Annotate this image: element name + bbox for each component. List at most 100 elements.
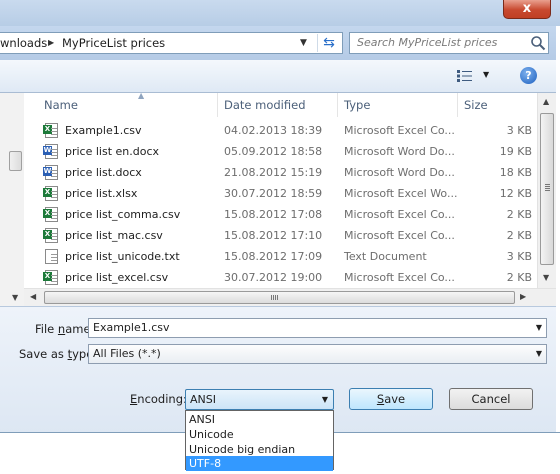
file-row[interactable]: Xprice list_excel.csv 30.07.2012 19:00 Mic… bbox=[24, 268, 537, 289]
save-as-type-value[interactable]: All Files (*.*) bbox=[93, 347, 161, 360]
file-row[interactable]: X Example1.csv 04.02.2013 18:39 Microsoft E… bbox=[24, 121, 537, 142]
file-date-modified: 30.07.2012 18:59 bbox=[224, 187, 323, 200]
close-button[interactable]: x bbox=[503, 0, 551, 19]
file-type: Microsoft Excel Co... bbox=[344, 271, 455, 284]
file-name: price list.docx bbox=[65, 166, 142, 179]
word-file-icon: W bbox=[43, 144, 58, 159]
encoding-label: Encoding: bbox=[130, 392, 187, 406]
cancel-button[interactable]: Cancel bbox=[449, 388, 533, 410]
file-size: 3 KB bbox=[506, 250, 532, 263]
file-name-label: File name: bbox=[35, 322, 95, 336]
file-name-value[interactable]: Example1.csv bbox=[93, 321, 170, 334]
file-date-modified: 30.07.2012 19:00 bbox=[224, 271, 323, 284]
file-date-modified: 15.08.2012 17:09 bbox=[224, 250, 323, 263]
excel-file-icon: X bbox=[43, 186, 58, 201]
file-type: Microsoft Excel Co... bbox=[344, 229, 455, 242]
navigation-pane-scroll-thumb[interactable] bbox=[9, 151, 22, 171]
file-size: 2 KB bbox=[506, 229, 532, 242]
column-header-type-label: Type bbox=[344, 98, 371, 112]
breadcrumb-separator-icon[interactable]: ▶ bbox=[48, 38, 54, 47]
file-row[interactable]: Xprice list_mac.csv 15.08.2012 17:10 Micro… bbox=[24, 226, 537, 247]
sort-ascending-icon: ▲ bbox=[138, 91, 145, 100]
address-history-dropdown-icon[interactable]: ▼ bbox=[300, 38, 307, 48]
views-dropdown-icon[interactable]: ▼ bbox=[483, 70, 489, 79]
change-view-icon[interactable] bbox=[457, 70, 473, 82]
file-type: Microsoft Excel Wo... bbox=[344, 187, 458, 200]
text-file-icon bbox=[45, 249, 58, 264]
file-name: price list.xlsx bbox=[65, 187, 138, 200]
encoding-dropdown-icon[interactable]: ▼ bbox=[322, 390, 328, 409]
save-button[interactable]: Save bbox=[349, 388, 433, 410]
search-icon[interactable] bbox=[530, 35, 546, 51]
scroll-down-icon[interactable]: ▼ bbox=[12, 293, 18, 302]
file-row[interactable]: price list_unicode.txt 15.08.2012 17:09 Te… bbox=[24, 247, 537, 268]
encoding-option-ansi[interactable]: ANSI bbox=[186, 412, 333, 427]
encoding-value[interactable]: ANSI bbox=[190, 393, 216, 406]
file-name-dropdown-icon[interactable]: ▼ bbox=[536, 319, 542, 337]
word-file-icon: W bbox=[43, 165, 58, 180]
file-name: Example1.csv bbox=[65, 124, 142, 137]
window-titlebar: x bbox=[0, 0, 560, 26]
file-type: Microsoft Word Do... bbox=[344, 166, 455, 179]
save-as-type-select[interactable]: All Files (*.*) ▼ bbox=[88, 344, 547, 364]
encoding-option-unicode[interactable]: Unicode bbox=[186, 427, 333, 442]
file-name: price list_comma.csv bbox=[65, 208, 181, 221]
address-bar[interactable]: wnloads ▶ MyPriceList prices ▼ ⇆ bbox=[0, 32, 343, 54]
search-input[interactable]: Search MyPriceList prices bbox=[349, 32, 549, 54]
breadcrumb-current-folder[interactable]: MyPriceList prices bbox=[62, 36, 165, 50]
file-row[interactable]: Xprice list.xlsx 30.07.2012 18:59 Microsof… bbox=[24, 184, 537, 205]
breadcrumb-downloads[interactable]: wnloads bbox=[0, 36, 47, 50]
close-icon[interactable]: x bbox=[523, 1, 531, 16]
excel-file-icon: X bbox=[43, 228, 58, 243]
encoding-option-utf-8[interactable]: UTF-8 bbox=[186, 456, 333, 471]
scroll-down-icon[interactable]: ▼ bbox=[543, 273, 549, 282]
scroll-right-icon[interactable]: ▶ bbox=[520, 292, 526, 301]
help-icon[interactable]: ? bbox=[520, 67, 537, 84]
navigation-pane-scrollbar[interactable]: ▼ bbox=[0, 93, 25, 306]
navigation-bar: wnloads ▶ MyPriceList prices ▼ ⇆ Search … bbox=[0, 26, 556, 60]
file-date-modified: 15.08.2012 17:10 bbox=[224, 229, 323, 242]
excel-file-icon: X bbox=[43, 123, 58, 138]
encoding-option-unicode-big-endian[interactable]: Unicode big endian bbox=[186, 442, 333, 457]
scroll-left-icon[interactable]: ◀ bbox=[30, 292, 36, 301]
scroll-up-icon[interactable]: ▲ bbox=[543, 97, 549, 106]
file-size: 3 KB bbox=[506, 124, 532, 137]
search-placeholder: Search MyPriceList prices bbox=[357, 36, 498, 49]
vertical-scroll-thumb[interactable] bbox=[540, 113, 554, 265]
encoding-options-list[interactable]: ANSI Unicode Unicode big endian UTF-8 bbox=[185, 410, 334, 471]
column-header-name[interactable]: ▲ Name bbox=[38, 91, 218, 117]
file-type: Text Document bbox=[344, 250, 427, 263]
file-name: price list_excel.csv bbox=[65, 271, 169, 284]
horizontal-scroll-thumb[interactable] bbox=[44, 291, 515, 304]
file-name: price list_unicode.txt bbox=[65, 250, 180, 263]
file-size: 18 KB bbox=[499, 166, 532, 179]
command-toolbar: ▼ ? bbox=[0, 60, 556, 93]
file-type: Microsoft Excel Co... bbox=[344, 124, 455, 137]
file-size: 2 KB bbox=[506, 271, 532, 284]
file-row[interactable]: Wprice list en.docx 05.09.2012 18:58 Micro… bbox=[24, 142, 537, 163]
save-as-type-dropdown-icon[interactable]: ▼ bbox=[536, 345, 542, 363]
save-as-type-label: Save as type: bbox=[19, 347, 98, 361]
file-date-modified: 15.08.2012 17:08 bbox=[224, 208, 323, 221]
column-header-size[interactable]: Size bbox=[458, 93, 537, 117]
column-header-date[interactable]: Date modified bbox=[218, 93, 338, 117]
file-date-modified: 04.02.2013 18:39 bbox=[224, 124, 323, 137]
excel-file-icon: X bbox=[43, 270, 58, 285]
file-list-horizontal-scrollbar[interactable]: ◀ ▶ bbox=[24, 288, 556, 307]
encoding-select[interactable]: ANSI ▼ bbox=[185, 389, 334, 410]
file-list[interactable]: ▲ Name Date modified Type Size X Example1… bbox=[24, 91, 537, 289]
column-header-name-label: Name bbox=[44, 98, 78, 112]
file-row[interactable]: Wprice list.docx 21.08.2012 15:19 Microsof… bbox=[24, 163, 537, 184]
column-header-size-label: Size bbox=[464, 98, 488, 112]
file-name: price list_mac.csv bbox=[65, 229, 163, 242]
file-name: price list en.docx bbox=[65, 145, 160, 158]
file-size: 19 KB bbox=[499, 145, 532, 158]
excel-file-icon: X bbox=[43, 207, 58, 222]
file-list-vertical-scrollbar[interactable]: ▲ ▼ bbox=[537, 93, 556, 288]
column-header-date-label: Date modified bbox=[224, 98, 306, 112]
refresh-icon[interactable]: ⇆ bbox=[317, 34, 340, 52]
file-name-input[interactable]: Example1.csv ▼ bbox=[88, 318, 547, 338]
file-row[interactable]: Xprice list_comma.csv 15.08.2012 17:08 Mic… bbox=[24, 205, 537, 226]
file-date-modified: 21.08.2012 15:19 bbox=[224, 166, 323, 179]
column-header-type[interactable]: Type bbox=[338, 93, 458, 117]
